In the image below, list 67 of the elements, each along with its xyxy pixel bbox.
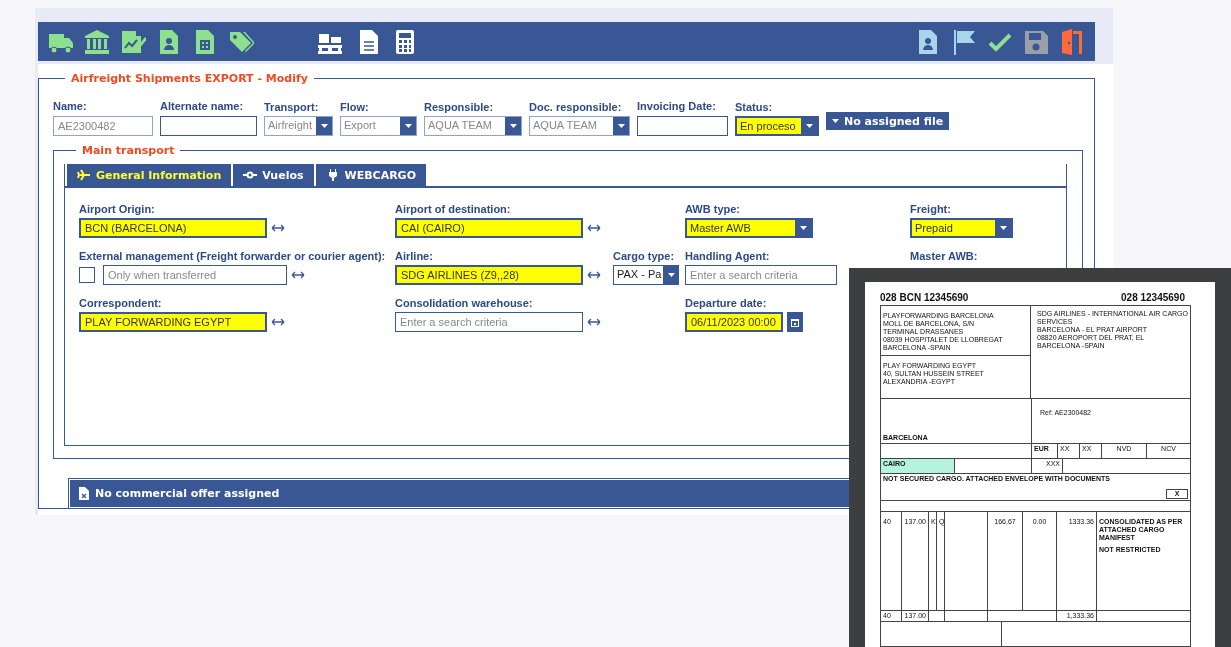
file-button[interactable]: No assigned file bbox=[826, 112, 950, 130]
input-field[interactable] bbox=[160, 116, 257, 136]
field-label: Flow: bbox=[340, 101, 370, 113]
link-arrows-icon[interactable] bbox=[587, 224, 601, 232]
link-arrows-icon[interactable] bbox=[587, 318, 601, 326]
airplane-icon bbox=[77, 169, 91, 181]
section-title: Main transport bbox=[81, 144, 176, 157]
awb-number: 028 BCN 12345690 bbox=[880, 292, 969, 303]
exit-door-icon[interactable] bbox=[1059, 27, 1085, 56]
awb-number: 028 12345690 bbox=[1121, 292, 1185, 303]
checkbox[interactable] bbox=[79, 267, 95, 283]
field-label: Invoicing Date: bbox=[637, 100, 717, 112]
input-field[interactable]: Enter a search criteria bbox=[395, 312, 583, 332]
section-title: Airfreight Shipments EXPORT - Modify bbox=[70, 72, 309, 85]
dropdown[interactable]: Master AWB bbox=[685, 218, 813, 238]
caret-icon bbox=[320, 124, 328, 128]
tab[interactable]: WEBCARGO bbox=[315, 164, 426, 186]
input-field[interactable]: CAI (CAIRO) bbox=[395, 218, 583, 238]
link-arrows-icon[interactable] bbox=[587, 271, 601, 279]
caret-icon bbox=[832, 119, 839, 123]
tab[interactable]: Vuelos bbox=[233, 164, 314, 186]
field-label: Responsible: bbox=[424, 101, 495, 113]
caret-icon bbox=[999, 226, 1007, 230]
flag-icon[interactable] bbox=[951, 27, 977, 56]
dropdown[interactable]: Prepaid bbox=[910, 218, 1013, 238]
input-field[interactable]: 06/11/2023 00:00 bbox=[685, 312, 783, 332]
caret-icon bbox=[617, 124, 625, 128]
calendar-icon bbox=[791, 317, 799, 327]
tab[interactable]: General Information bbox=[67, 164, 232, 186]
field-label: Correspondent: bbox=[79, 297, 163, 309]
calendar-button[interactable] bbox=[787, 312, 803, 332]
field-label: Status: bbox=[735, 101, 774, 113]
link-arrows-icon[interactable] bbox=[271, 318, 285, 326]
commit-node-icon bbox=[243, 169, 258, 181]
input-field[interactable]: Only when transferred bbox=[103, 265, 287, 285]
caret-icon bbox=[509, 124, 517, 128]
field-label: Airport of destination: bbox=[395, 203, 512, 215]
field-label: Handling Agent: bbox=[685, 250, 771, 262]
field-label: Consolidation warehouse: bbox=[395, 297, 534, 309]
field-label: External management (Freight forwarder or courier agent): bbox=[79, 250, 386, 262]
field-label: Freight: bbox=[910, 203, 952, 215]
field-label: Master AWB: bbox=[910, 250, 978, 262]
field-label: Transport: bbox=[264, 101, 320, 113]
caret-icon bbox=[805, 124, 813, 128]
dropdown[interactable]: En proceso bbox=[735, 116, 819, 136]
input-field[interactable]: SDG AIRLINES (Z9,,28) bbox=[395, 265, 583, 285]
document-x-icon bbox=[79, 487, 89, 500]
offer-status-text: No commercial offer assigned bbox=[95, 487, 280, 500]
bank-icon[interactable] bbox=[84, 27, 110, 56]
input-field[interactable]: PLAY FORWARDING EGYPT bbox=[79, 312, 267, 332]
dropdown[interactable]: PAX - Pa bbox=[613, 265, 679, 285]
field-label: Cargo type: bbox=[613, 250, 676, 262]
field-label: Alternate name: bbox=[160, 100, 245, 112]
field-label: Airport Origin: bbox=[79, 203, 156, 215]
field-label: Airline: bbox=[395, 250, 434, 262]
link-arrows-icon[interactable] bbox=[291, 271, 305, 279]
input-field[interactable]: Enter a search criteria bbox=[685, 265, 837, 285]
field-label: AWB type: bbox=[685, 203, 741, 215]
field-label: Departure date: bbox=[685, 297, 768, 309]
caret-icon bbox=[799, 226, 807, 230]
field-label: Name: bbox=[53, 100, 88, 112]
input-field[interactable]: BCN (BARCELONA) bbox=[79, 218, 267, 238]
input-field[interactable] bbox=[637, 116, 728, 136]
caret-icon bbox=[667, 273, 675, 277]
link-arrows-icon[interactable] bbox=[271, 224, 285, 232]
field-label: Doc. responsible: bbox=[529, 101, 623, 113]
caret-icon bbox=[404, 124, 412, 128]
